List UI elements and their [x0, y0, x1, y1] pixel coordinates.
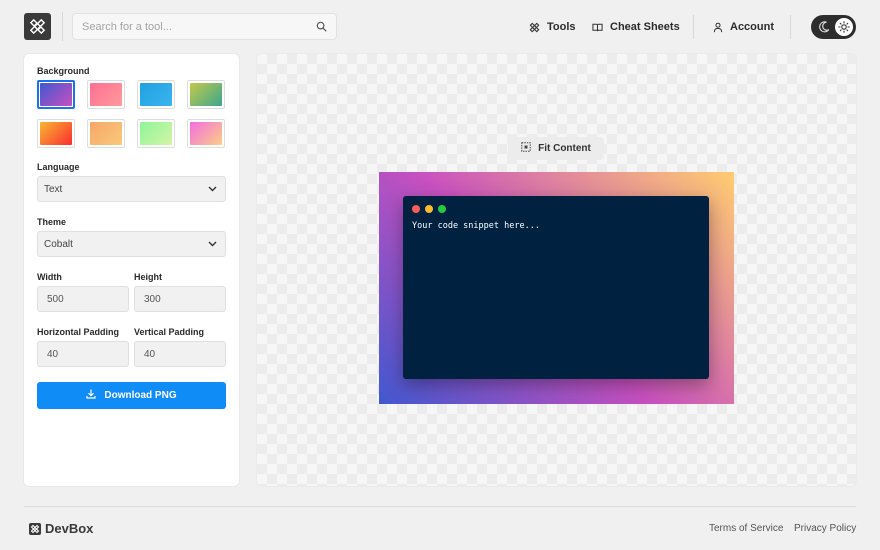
language-select[interactable]: Text — [37, 176, 226, 202]
swatch-fill — [190, 83, 222, 106]
background-swatch-pink[interactable] — [87, 80, 125, 109]
background-swatch-pink-orange[interactable] — [187, 119, 225, 148]
nav-divider — [693, 15, 694, 39]
header: Tools Cheat Sheets Account — [0, 0, 880, 54]
theme-select[interactable]: Cobalt — [37, 231, 226, 257]
header-divider — [62, 12, 63, 41]
background-swatch-green-yellow[interactable] — [187, 80, 225, 109]
window-close-dot — [412, 205, 420, 213]
background-label: Background — [37, 66, 90, 76]
nav-tools[interactable]: Tools — [529, 19, 576, 35]
settings-panel: Background Language Text Theme Cobalt Wi… — [24, 54, 239, 486]
swatch-fill — [40, 122, 72, 145]
swatch-fill — [90, 122, 122, 145]
download-png-button[interactable]: Download PNG — [37, 382, 226, 409]
nav-account-label: Account — [730, 21, 774, 33]
snippet-background: Your code snippet here... — [379, 172, 734, 404]
toggle-divider — [790, 15, 791, 39]
width-input[interactable]: 500 — [37, 286, 129, 312]
book-icon — [592, 22, 603, 33]
fit-icon — [521, 142, 531, 155]
chevron-down-icon — [208, 239, 217, 250]
fit-content-button[interactable]: Fit Content — [508, 137, 604, 160]
download-label: Download PNG — [104, 390, 177, 401]
footer-brand[interactable]: DevBox — [29, 521, 93, 536]
height-input[interactable]: 300 — [134, 286, 226, 312]
language-value: Text — [44, 183, 63, 195]
background-swatch-lime[interactable] — [137, 119, 175, 148]
moon-icon — [817, 20, 831, 34]
swatch-fill — [140, 122, 172, 145]
swatch-fill — [140, 83, 172, 106]
footer-divider — [24, 506, 856, 507]
download-icon — [86, 389, 96, 402]
user-icon — [713, 22, 723, 33]
logo-icon — [29, 522, 41, 535]
logo-icon[interactable] — [24, 13, 51, 40]
theme-value: Cobalt — [44, 238, 73, 250]
theme-toggle[interactable] — [811, 15, 856, 39]
language-label: Language — [37, 162, 80, 172]
footer-brand-name: DevBox — [45, 521, 94, 536]
swatch-fill — [190, 122, 222, 145]
height-label: Height — [134, 272, 162, 282]
search-icon[interactable] — [316, 21, 328, 33]
width-label: Width — [37, 272, 62, 282]
code-window: Your code snippet here... — [403, 196, 709, 379]
nav-account[interactable]: Account — [713, 19, 774, 35]
horizontal-padding-label: Horizontal Padding — [37, 327, 119, 337]
fit-content-label: Fit Content — [538, 143, 591, 154]
window-minimize-dot — [425, 205, 433, 213]
swatch-fill — [40, 83, 72, 106]
nav-tools-label: Tools — [547, 21, 576, 33]
sun-icon — [835, 18, 853, 36]
search-input[interactable] — [82, 20, 316, 33]
tools-icon — [529, 22, 540, 33]
background-swatch-red-orange[interactable] — [37, 119, 75, 148]
chevron-down-icon — [208, 184, 217, 195]
swatch-fill — [90, 83, 122, 106]
horizontal-padding-input[interactable]: 40 — [37, 341, 129, 367]
background-swatch-purple-blue[interactable] — [37, 80, 75, 109]
background-swatch-blue[interactable] — [137, 80, 175, 109]
search-box[interactable] — [72, 13, 337, 40]
background-swatch-orange[interactable] — [87, 119, 125, 148]
preview-canvas: Fit Content Your code snippet here... — [257, 54, 856, 486]
theme-label: Theme — [37, 217, 67, 227]
vertical-padding-label: Vertical Padding — [134, 327, 205, 337]
terms-link[interactable]: Terms of Service — [709, 523, 783, 534]
window-maximize-dot — [438, 205, 446, 213]
nav-cheat-sheets-label: Cheat Sheets — [610, 21, 680, 33]
vertical-padding-input[interactable]: 40 — [134, 341, 226, 367]
code-snippet[interactable]: Your code snippet here... — [412, 221, 540, 231]
nav-cheat-sheets[interactable]: Cheat Sheets — [592, 19, 680, 35]
privacy-link[interactable]: Privacy Policy — [794, 523, 856, 534]
